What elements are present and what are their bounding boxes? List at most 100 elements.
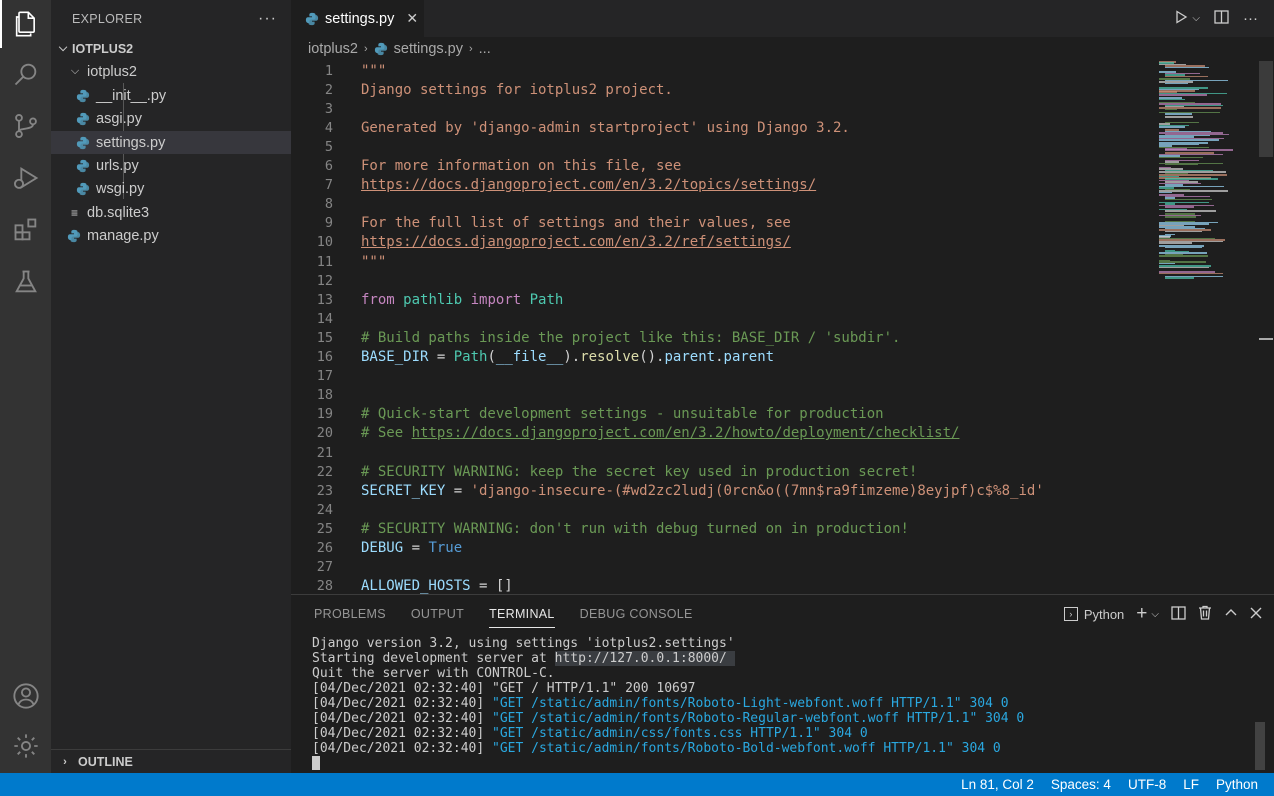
status-language[interactable]: Python (1216, 777, 1258, 792)
editor-scrollbar[interactable] (1259, 61, 1273, 157)
code-text: from pathlib import Path (361, 292, 563, 308)
code-text: # See https://docs.djangoproject.com/en/… (361, 425, 959, 441)
outline-section[interactable]: › OUTLINE (51, 749, 291, 773)
terminal-line: [04/Dec/2021 02:32:40] "GET /static/admi… (312, 696, 1024, 711)
code-text: Django settings for iotplus2 project. (361, 82, 673, 98)
code-line[interactable]: 2 Django settings for iotplus2 project. (291, 80, 1151, 99)
code-line[interactable]: 15 # Build paths inside the project like … (291, 328, 1151, 347)
code-line[interactable]: 10 https://docs.djangoproject.com/en/3.2/… (291, 233, 1151, 252)
code-token: https://docs.djangoproject.com/en/3.2/to… (361, 177, 817, 194)
close-icon[interactable]: ✕ (406, 10, 418, 27)
terminal-prompt[interactable] (312, 756, 1024, 771)
testing-icon[interactable] (0, 258, 51, 306)
terminal-scrollbar[interactable] (1255, 722, 1265, 770)
code-line[interactable]: 25 # SECURITY WARNING: don't run with deb… (291, 519, 1151, 538)
status-eol[interactable]: LF (1183, 777, 1199, 792)
code-line[interactable]: 21 (291, 443, 1151, 462)
more-actions-icon[interactable]: ··· (1243, 10, 1258, 27)
tab-problems[interactable]: PROBLEMS (314, 607, 386, 621)
chevron-up-icon[interactable] (1224, 606, 1238, 623)
terminal-output[interactable]: Django version 3.2, using settings 'iotp… (312, 636, 1024, 771)
breadcrumb-folder[interactable]: iotplus2 (308, 41, 358, 57)
split-editor-icon[interactable] (1214, 9, 1229, 28)
search-icon[interactable] (0, 50, 51, 98)
explorer-icon[interactable] (0, 0, 51, 48)
terminal-line: Quit the server with CONTROL-C. (312, 666, 1024, 681)
minimap[interactable] (1159, 61, 1249, 594)
status-cursor-position[interactable]: Ln 81, Col 2 (961, 777, 1034, 792)
tab-terminal[interactable]: TERMINAL (489, 607, 555, 628)
breadcrumb-file[interactable]: settings.py (394, 41, 463, 57)
minimap-line (1165, 108, 1178, 111)
terminal-icon: › (1063, 607, 1078, 621)
explorer-title: EXPLORER (72, 11, 143, 26)
tree-file-asgi[interactable]: asgi.py (51, 107, 291, 130)
code-line[interactable]: 6 For more information on this file, see (291, 157, 1151, 176)
code-line[interactable]: 7 https://docs.djangoproject.com/en/3.2/t… (291, 176, 1151, 195)
terminal-selector[interactable]: › Python (1063, 607, 1124, 622)
tab-debug-console[interactable]: DEBUG CONSOLE (580, 607, 693, 621)
code-line[interactable]: 23 SECRET_KEY = 'django-insecure-(#wd2zc2… (291, 481, 1151, 500)
code-line[interactable]: 24 (291, 500, 1151, 519)
code-line[interactable]: 18 (291, 386, 1151, 405)
code-line[interactable]: 17 (291, 367, 1151, 386)
line-number: 9 (324, 215, 333, 232)
code-line[interactable]: 19 # Quick-start development settings - u… (291, 405, 1151, 424)
breadcrumb-more[interactable]: ... (479, 41, 491, 57)
settings-gear-icon[interactable] (0, 722, 51, 770)
status-indentation[interactable]: Spaces: 4 (1051, 777, 1111, 792)
source-control-icon[interactable] (0, 102, 51, 150)
file-label: urls.py (96, 157, 139, 174)
code-line[interactable]: 4 Generated by 'django-admin startproject… (291, 118, 1151, 137)
code-line[interactable]: 26 DEBUG = True (291, 539, 1151, 558)
tree-file-init[interactable]: __init__.py (51, 84, 291, 107)
outline-title: OUTLINE (78, 754, 133, 769)
tree-file-wsgi[interactable]: wsgi.py (51, 177, 291, 200)
code-line[interactable]: 11 """ (291, 252, 1151, 271)
code-line[interactable]: 9 For the full list of settings and their… (291, 214, 1151, 233)
tree-file-manage[interactable]: manage.py (51, 224, 291, 247)
trash-icon[interactable] (1198, 605, 1212, 623)
chevron-down-icon[interactable]: ⌵ (1192, 13, 1200, 24)
run-debug-icon[interactable] (0, 154, 51, 202)
code-line[interactable]: 12 (291, 271, 1151, 290)
tree-file-urls[interactable]: urls.py (51, 154, 291, 177)
python-file-icon (76, 159, 90, 172)
tab-bar: settings.py ✕ ⌵ ··· (291, 0, 1274, 37)
terminal-text: Quit the server with CONTROL-C. (312, 666, 555, 681)
tab-output[interactable]: OUTPUT (411, 607, 464, 621)
code-line[interactable]: 22 # SECURITY WARNING: keep the secret ke… (291, 462, 1151, 481)
split-terminal-icon[interactable] (1171, 605, 1186, 623)
terminal-line: [04/Dec/2021 02:32:40] "GET /static/admi… (312, 741, 1024, 756)
code-line[interactable]: 13 from pathlib import Path (291, 290, 1151, 309)
code-line[interactable]: 27 (291, 558, 1151, 577)
code-line[interactable]: 1 """ (291, 61, 1151, 80)
extensions-icon[interactable] (0, 206, 51, 254)
code-line[interactable]: 8 (291, 195, 1151, 214)
code-editor[interactable]: 1 """ 2 Django settings for iotplus2 projec… (291, 61, 1274, 594)
code-line[interactable]: 28 ALLOWED_HOSTS = [] (291, 577, 1151, 594)
code-line[interactable]: 3 (291, 99, 1151, 118)
chevron-down-icon[interactable]: ⌵ (1151, 609, 1159, 620)
status-encoding[interactable]: UTF-8 (1128, 777, 1166, 792)
line-number: 22 (316, 463, 333, 480)
code-text: # Quick-start development settings - uns… (361, 406, 884, 422)
more-actions-icon[interactable]: ··· (258, 10, 277, 28)
code-line[interactable]: 20 # See https://docs.djangoproject.com/e… (291, 424, 1151, 443)
code-line[interactable]: 5 (291, 137, 1151, 156)
code-token: . (715, 349, 724, 365)
close-panel-icon[interactable] (1250, 606, 1262, 622)
tree-folder-iotplus2[interactable]: ⌵ iotplus2 (51, 60, 291, 83)
bottom-panel: PROBLEMS OUTPUT TERMINAL DEBUG CONSOLE ›… (291, 594, 1274, 773)
code-line[interactable]: 16 BASE_DIR = Path(__file__).resolve().pa… (291, 348, 1151, 367)
code-line[interactable]: 14 (291, 309, 1151, 328)
tree-file-db[interactable]: ≡ db.sqlite3 (51, 201, 291, 224)
tree-file-settings[interactable]: settings.py (51, 131, 291, 154)
run-icon[interactable] (1174, 9, 1188, 28)
tab-settings-py[interactable]: settings.py ✕ (291, 0, 424, 37)
account-icon[interactable] (0, 672, 51, 720)
terminal-text: Starting development server at (312, 651, 555, 666)
new-terminal-icon[interactable]: + (1136, 603, 1147, 625)
tree-root-iotplus2[interactable]: ⌵ IOTPLUS2 (51, 37, 291, 60)
